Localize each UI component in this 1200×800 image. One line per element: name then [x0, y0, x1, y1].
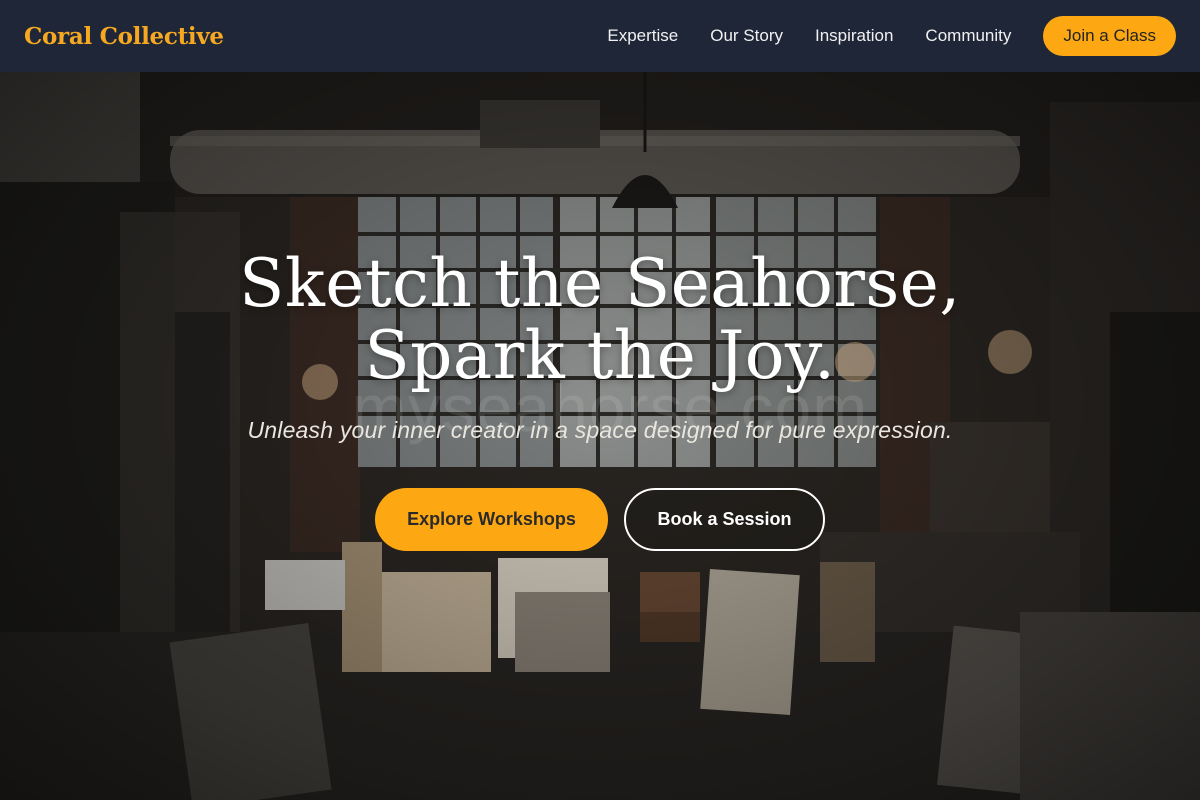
headline-line-1: Sketch the Seahorse, — [239, 245, 961, 322]
nav-link-expertise[interactable]: Expertise — [607, 26, 678, 46]
top-navigation: Coral Collective Expertise Our Story Ins… — [0, 0, 1200, 72]
join-class-button[interactable]: Join a Class — [1043, 16, 1176, 56]
hero-subheadline: Unleash your inner creator in a space de… — [247, 417, 953, 443]
nav-link-community[interactable]: Community — [925, 26, 1011, 46]
brand-logo[interactable]: Coral Collective — [24, 23, 224, 50]
hero-headline: Sketch the Seahorse, Spark the Joy. — [0, 248, 1200, 392]
nav-link-inspiration[interactable]: Inspiration — [815, 26, 893, 46]
headline-line-2: Spark the Joy. — [364, 317, 836, 394]
nav-links: Expertise Our Story Inspiration Communit… — [607, 16, 1176, 56]
hero-section: Sketch the Seahorse, Spark the Joy. myse… — [0, 72, 1200, 800]
nav-link-our-story[interactable]: Our Story — [710, 26, 783, 46]
explore-workshops-button[interactable]: Explore Workshops — [375, 488, 608, 551]
book-session-button[interactable]: Book a Session — [624, 488, 825, 551]
